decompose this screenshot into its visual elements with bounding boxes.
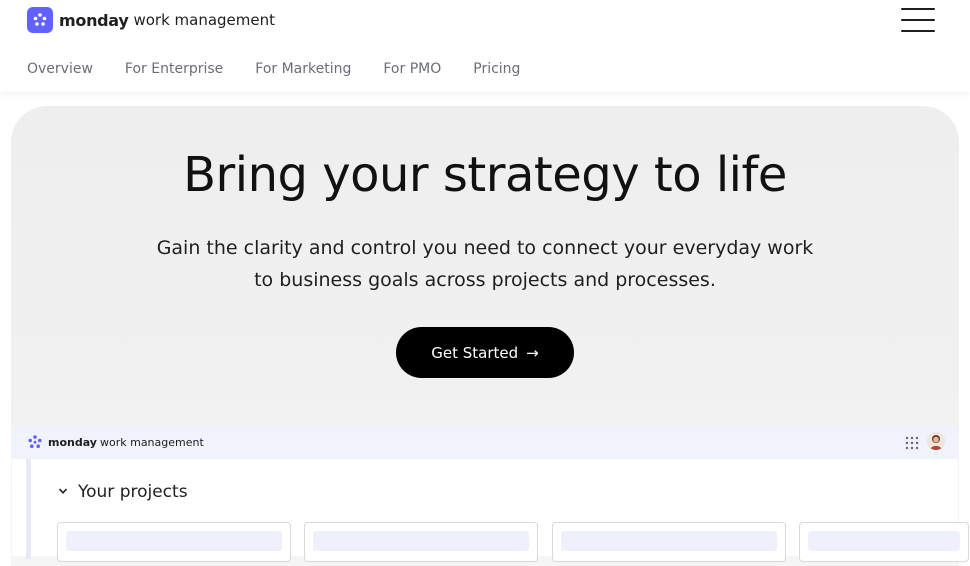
- project-card[interactable]: [552, 522, 786, 562]
- project-card[interactable]: [57, 522, 291, 562]
- apps-grid-icon[interactable]: [905, 435, 919, 450]
- your-projects-header[interactable]: Your projects: [58, 482, 188, 502]
- nav-for-pmo[interactable]: For PMO: [383, 60, 441, 78]
- hero-description: Gain the clarity and control you need to…: [156, 237, 814, 291]
- hamburger-menu-icon[interactable]: [901, 8, 935, 34]
- preview-brand-name: monday: [48, 435, 97, 449]
- chevron-down-icon[interactable]: [58, 485, 68, 499]
- preview-sidebar-edge: [26, 459, 31, 559]
- preview-brand: monday work management: [27, 434, 204, 450]
- monday-logo-icon: [27, 7, 53, 33]
- nav-for-enterprise[interactable]: For Enterprise: [125, 60, 223, 78]
- arrow-right-icon: →: [526, 343, 539, 362]
- get-started-button[interactable]: Get Started →: [396, 327, 574, 378]
- nav-for-marketing[interactable]: For Marketing: [255, 60, 351, 78]
- project-card[interactable]: [304, 522, 538, 562]
- preview-brand-subtitle: work management: [99, 435, 204, 449]
- get-started-label: Get Started: [431, 343, 519, 362]
- preview-app-bar: monday work management: [12, 426, 958, 459]
- brand-logo-link[interactable]: monday work management: [27, 7, 275, 33]
- brand-subtitle: work management: [133, 11, 276, 29]
- your-projects-title: Your projects: [78, 482, 188, 502]
- nav-pricing[interactable]: Pricing: [473, 60, 520, 78]
- hero-title: Bring your strategy to life: [183, 147, 787, 203]
- brand-name: monday: [59, 10, 129, 30]
- monday-logo-icon: [28, 435, 42, 448]
- product-preview: monday work management Your projects: [12, 426, 969, 562]
- product-subnav: Overview For Enterprise For Marketing Fo…: [27, 60, 552, 78]
- user-avatar[interactable]: [927, 432, 945, 450]
- nav-overview[interactable]: Overview: [27, 60, 93, 78]
- top-header: monday work management Overview For Ente…: [0, 0, 970, 92]
- project-card[interactable]: [799, 522, 969, 562]
